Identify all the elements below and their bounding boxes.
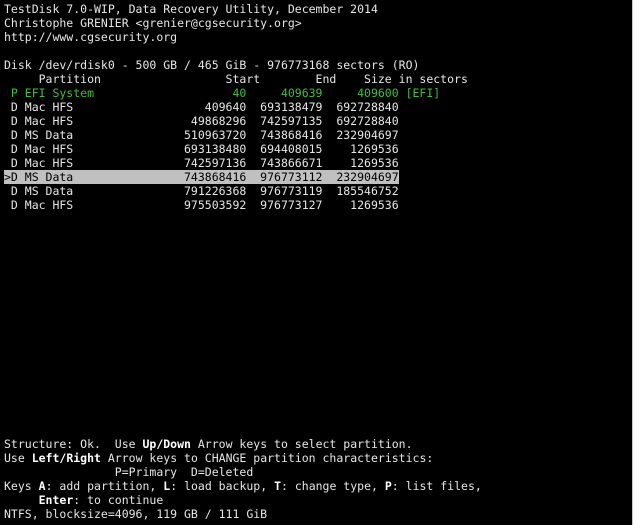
partition-row-selected[interactable]: >D MS Data 743868416 976773112 232904697 [4,170,399,184]
key-t[interactable]: T [274,479,281,493]
partition-row-text: D MS Data 510963720 743868416 232904697 [4,128,399,142]
key-a[interactable]: A [39,479,46,493]
key-enter[interactable]: Enter [39,493,74,507]
partition-row[interactable]: D Mac HFS 742597136 743866671 1269536 [4,156,399,170]
partition-row[interactable]: D Mac HFS 409640 693138479 692728840 [4,100,399,114]
app-title: TestDisk 7.0-WIP, Data Recovery Utility,… [4,2,378,16]
partition-row[interactable]: D Mac HFS 693138480 694408015 1269536 [4,142,399,156]
author-line: Christophe GRENIER <grenier@cgsecurity.o… [4,16,302,30]
enter-line: Enter: to continue [38,493,164,507]
updown-key: Up/Down [142,437,191,451]
filesystem-info: NTFS, blocksize=4096, 119 GB / 111 GiB [4,507,268,521]
terminal-window: TestDisk 7.0-WIP, Data Recovery Utility,… [0,0,633,525]
legend-line: P=Primary D=Deleted [4,465,254,479]
disk-info: Disk /dev/rdisk0 - 500 GB / 465 GiB - 97… [4,58,420,72]
keys-line: Keys A: add partition, L: load backup, T… [4,479,482,493]
partition-row-text: >D MS Data 743868416 976773112 232904697 [4,170,399,184]
partition-row[interactable]: D Mac HFS 49868296 742597135 692728840 [4,114,399,128]
status-line-1: Structure: Ok. Use Up/Down Arrow keys to… [4,437,413,451]
partition-row-text: D Mac HFS 975503592 976773127 1269536 [4,198,399,212]
partition-row[interactable]: D MS Data 791226368 976773119 185546752 [4,184,399,198]
table-header: Partition Start End Size in sectors [4,72,468,86]
website-url: http://www.cgsecurity.org [4,30,178,44]
leftright-key: Left/Right [31,451,101,465]
partition-row-text: D Mac HFS 409640 693138479 692728840 [4,100,399,114]
partition-row-text: D Mac HFS 693138480 694408015 1269536 [4,142,399,156]
partition-row[interactable]: D Mac HFS 975503592 976773127 1269536 [4,198,399,212]
partition-row-text: D MS Data 791226368 976773119 185546752 [4,184,399,198]
key-p[interactable]: P [385,479,392,493]
partition-row-text: P EFI System 40 409639 409600 [EFI] [4,86,441,100]
status-line-2: Use Left/Right Arrow keys to CHANGE part… [4,451,434,465]
partition-row-text: D Mac HFS 49868296 742597135 692728840 [4,114,399,128]
partition-row-text: D Mac HFS 742597136 743866671 1269536 [4,156,399,170]
partition-row[interactable]: D MS Data 510963720 743868416 232904697 [4,128,399,142]
partition-row[interactable]: P EFI System 40 409639 409600 [EFI] [4,86,440,100]
